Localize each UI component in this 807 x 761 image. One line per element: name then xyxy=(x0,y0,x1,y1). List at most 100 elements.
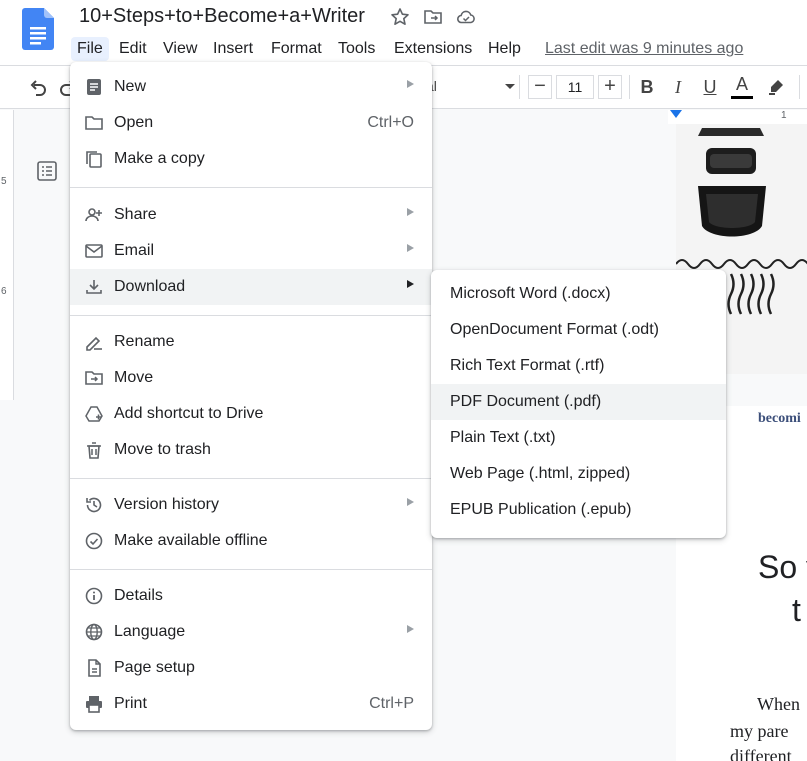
menu-item-label: Print xyxy=(114,695,147,712)
download-rtf[interactable]: Rich Text Format (.rtf) xyxy=(431,348,726,384)
ruler-mark: 6 xyxy=(1,286,7,297)
move-folder-icon[interactable] xyxy=(423,7,443,27)
docs-logo-icon[interactable] xyxy=(22,8,54,50)
file-menu: New Open Ctrl+O Make a copy Share Email … xyxy=(70,62,432,730)
copy-icon xyxy=(84,149,104,169)
document-outline-icon[interactable] xyxy=(36,160,58,182)
globe-icon xyxy=(84,622,104,642)
submenu-arrow-icon xyxy=(407,498,414,506)
toolbar-divider xyxy=(629,75,630,99)
menu-file[interactable]: File xyxy=(71,37,109,61)
download-txt[interactable]: Plain Text (.txt) xyxy=(431,420,726,456)
menu-item-open[interactable]: Open Ctrl+O xyxy=(70,105,432,141)
menu-item-email[interactable]: Email xyxy=(70,233,432,269)
menu-tools[interactable]: Tools xyxy=(332,37,381,61)
history-icon xyxy=(84,495,104,515)
menu-separator xyxy=(70,569,432,570)
menu-item-move[interactable]: Move xyxy=(70,360,432,396)
text-color-button[interactable]: A xyxy=(729,73,755,101)
shortcut-text: Ctrl+O xyxy=(367,114,414,131)
add-person-icon xyxy=(84,205,104,225)
menu-item-label: Language xyxy=(114,623,186,640)
menu-item-rename[interactable]: Rename xyxy=(70,324,432,360)
drive-shortcut-icon xyxy=(84,404,104,424)
redo-icon[interactable] xyxy=(58,78,70,98)
decrease-font-size-button[interactable]: − xyxy=(528,75,552,99)
menu-item-label: Make a copy xyxy=(114,150,205,167)
rename-pencil-icon xyxy=(84,332,104,352)
menu-item-label: Details xyxy=(114,587,163,604)
menu-insert[interactable]: Insert xyxy=(207,37,259,61)
toolbar-divider xyxy=(799,75,800,99)
page-body-line: different xyxy=(730,746,792,761)
menu-item-label: Rename xyxy=(114,333,175,350)
star-icon[interactable] xyxy=(390,7,410,27)
ruler-mark: 1 xyxy=(781,110,787,121)
text-color-label: A xyxy=(735,74,748,94)
offline-check-icon xyxy=(84,531,104,551)
submenu-item-label: OpenDocument Format (.odt) xyxy=(450,321,659,338)
text-color-swatch xyxy=(731,96,753,99)
menu-item-label: Add shortcut to Drive xyxy=(114,405,264,422)
indent-marker-icon[interactable] xyxy=(670,110,682,118)
page-icon xyxy=(84,658,104,678)
submenu-arrow-icon xyxy=(407,280,414,288)
shortcut-text: Ctrl+P xyxy=(369,695,414,712)
menu-separator xyxy=(70,187,432,188)
menu-item-download[interactable]: Download xyxy=(70,269,432,305)
menu-item-make-copy[interactable]: Make a copy xyxy=(70,141,432,177)
menu-item-new[interactable]: New xyxy=(70,69,432,105)
menu-item-label: Download xyxy=(114,278,186,295)
trash-icon xyxy=(84,440,104,460)
folder-icon xyxy=(84,113,104,133)
menu-extensions[interactable]: Extensions xyxy=(388,37,478,61)
download-icon xyxy=(84,277,104,297)
menu-item-label: Share xyxy=(114,206,157,223)
italic-button[interactable]: I xyxy=(666,75,690,99)
mail-icon xyxy=(84,241,104,261)
menu-separator xyxy=(70,315,432,316)
menu-item-details[interactable]: Details xyxy=(70,578,432,614)
menu-item-print[interactable]: Print Ctrl+P xyxy=(70,686,432,722)
submenu-arrow-icon xyxy=(407,80,414,88)
font-size-input[interactable]: 11 xyxy=(556,75,594,99)
download-epub[interactable]: EPUB Publication (.epub) xyxy=(431,492,726,528)
horizontal-ruler: 1 xyxy=(668,110,807,124)
undo-icon[interactable] xyxy=(28,78,48,98)
menu-item-language[interactable]: Language xyxy=(70,614,432,650)
menu-item-add-shortcut[interactable]: Add shortcut to Drive xyxy=(70,396,432,432)
menu-item-version-history[interactable]: Version history xyxy=(70,487,432,523)
menu-separator xyxy=(70,478,432,479)
toolbar-divider xyxy=(519,75,520,99)
document-title[interactable]: 10+Steps+to+Become+a+Writer xyxy=(79,5,365,28)
ruler-mark: 5 xyxy=(1,176,7,187)
submenu-item-label: Web Page (.html, zipped) xyxy=(450,465,631,482)
menu-item-page-setup[interactable]: Page setup xyxy=(70,650,432,686)
bold-button[interactable]: B xyxy=(635,75,659,99)
download-pdf[interactable]: PDF Document (.pdf) xyxy=(431,384,726,420)
increase-font-size-button[interactable]: + xyxy=(598,75,622,99)
menu-format[interactable]: Format xyxy=(265,37,328,61)
move-folder-icon xyxy=(84,368,104,388)
menu-item-label: Open xyxy=(114,114,154,131)
menu-item-label: Page setup xyxy=(114,659,195,676)
menu-item-offline[interactable]: Make available offline xyxy=(70,523,432,559)
download-html[interactable]: Web Page (.html, zipped) xyxy=(431,456,726,492)
last-edit-link[interactable]: Last edit was 9 minutes ago xyxy=(545,37,743,61)
menu-edit[interactable]: Edit xyxy=(113,37,153,61)
menu-item-move-trash[interactable]: Move to trash xyxy=(70,432,432,468)
cloud-saved-icon[interactable] xyxy=(456,7,476,27)
new-document-icon xyxy=(84,77,104,97)
underline-button[interactable]: U xyxy=(698,75,722,99)
menu-item-label: Email xyxy=(114,242,155,259)
highlight-pen-icon[interactable] xyxy=(766,77,786,97)
download-docx[interactable]: Microsoft Word (.docx) xyxy=(431,276,726,312)
menu-view[interactable]: View xyxy=(157,37,203,61)
submenu-arrow-icon xyxy=(407,625,414,633)
menu-item-share[interactable]: Share xyxy=(70,197,432,233)
submenu-item-label: Plain Text (.txt) xyxy=(450,429,556,446)
download-odt[interactable]: OpenDocument Format (.odt) xyxy=(431,312,726,348)
download-submenu: Microsoft Word (.docx) OpenDocument Form… xyxy=(431,270,726,538)
menu-help[interactable]: Help xyxy=(482,37,527,61)
font-dropdown-caret-icon[interactable] xyxy=(505,84,515,89)
